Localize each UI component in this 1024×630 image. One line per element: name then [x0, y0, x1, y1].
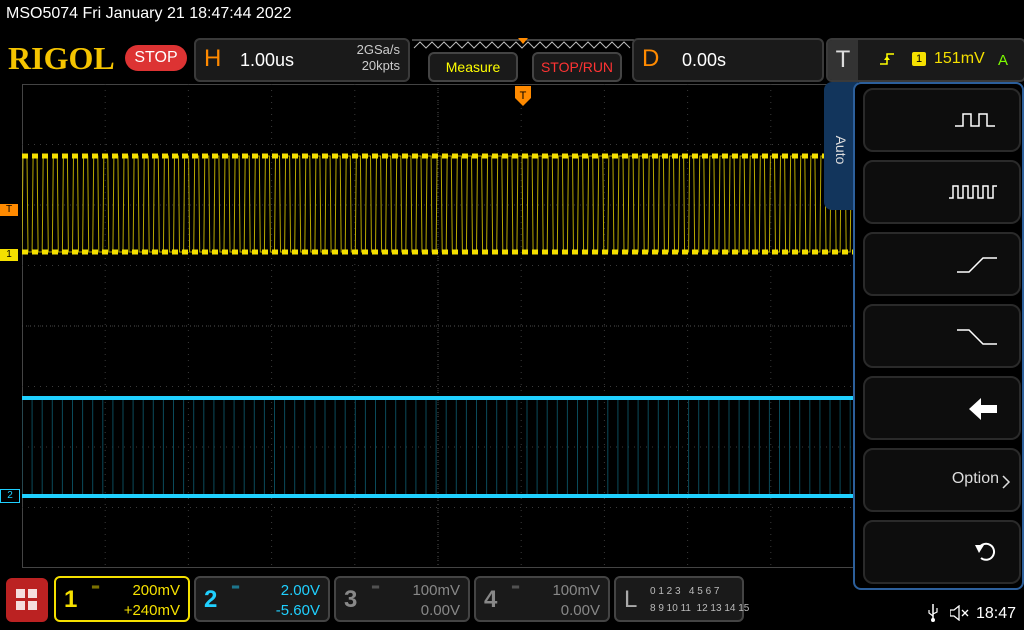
usb-icon [928, 604, 938, 622]
channel-3-offset: 0.00V [420, 602, 460, 619]
channel-2-offset: -5.60V [275, 602, 320, 619]
logic-bits-row2: 8 9 10 11 12 13 14 15 [650, 603, 750, 614]
menu-multi-cycle[interactable] [863, 160, 1021, 224]
trigger-letter: T [828, 40, 858, 80]
return-icon [975, 542, 996, 561]
memory-overview-strip [412, 38, 634, 49]
channel-2-panel[interactable]: 2 ═ 2.00V -5.60V [194, 576, 330, 622]
rigol-logo: RIGOL [8, 40, 115, 76]
channel-4-scale: 100mV [552, 582, 600, 599]
chevron-right-icon [1002, 475, 1011, 489]
speaker-muted-icon[interactable] [950, 605, 970, 621]
channel-1-panel[interactable]: 1 ═ 200mV +240mV [54, 576, 190, 622]
sample-rate: 2GSa/s [356, 42, 400, 57]
channel-3-panel[interactable]: 3 ═ 100mV 0.00V [334, 576, 470, 622]
model-datetime: MSO5074 Fri January 21 18:47:44 2022 [6, 5, 292, 22]
multi-period-icon [949, 185, 997, 199]
timebase-value: 1.00us [240, 50, 295, 70]
trigger-panel[interactable]: T 1 151mV A [826, 38, 1024, 82]
logic-letter: L [624, 586, 638, 613]
trigger-level-marker[interactable]: T [0, 204, 18, 216]
channel-4-number: 4 [484, 586, 498, 613]
channel-1-number: 1 [64, 586, 78, 613]
logic-bits-row1: 0 1 2 3 4 5 6 7 [650, 586, 720, 597]
menu-single-cycle[interactable] [863, 88, 1021, 152]
ch2-transitions [22, 398, 851, 496]
clock-time: 18:47 [976, 605, 1017, 622]
auto-soft-menu: Option [853, 82, 1024, 590]
trigger-mode: A [998, 52, 1009, 69]
dc-coupling-icon: ═ [512, 582, 520, 593]
memory-depth: 20kpts [361, 58, 400, 73]
dc-coupling-icon: ═ [92, 582, 100, 593]
dc-coupling-icon: ═ [372, 582, 380, 593]
menu-undo-auto[interactable] [863, 376, 1021, 440]
trigger-level: 151mV [934, 50, 985, 67]
logic-panel[interactable]: L 0 1 2 3 4 5 6 7 8 9 10 11 12 13 14 15 [614, 576, 749, 622]
channel-2-number: 2 [204, 586, 218, 613]
trigger-source-badge: 1 [912, 52, 926, 66]
delay-letter: D [642, 45, 660, 72]
svg-text:T: T [520, 90, 527, 102]
channel-1-scale: 200mV [132, 582, 180, 599]
channel-3-scale: 100mV [412, 582, 460, 599]
stop-run-button[interactable]: STOP/RUN [532, 52, 622, 82]
grid-menu-icon [16, 589, 37, 610]
channel-4-panel[interactable]: 4 ═ 100mV 0.00V [474, 576, 610, 622]
auto-tab-label: Auto [833, 135, 849, 165]
delay-value: 0.00s [682, 50, 727, 70]
option-label: Option [951, 470, 999, 487]
waveform-display[interactable] [22, 84, 854, 568]
channel-4-offset: 0.00V [560, 602, 600, 619]
menu-fall-time[interactable] [863, 304, 1021, 368]
channel-2-scale: 2.00V [280, 582, 320, 599]
ch1-offset-marker[interactable]: 1 [0, 249, 18, 261]
dc-coupling-icon: ═ [232, 582, 240, 593]
rising-edge-icon [957, 257, 997, 273]
channel-1-offset: +240mV [123, 602, 180, 619]
rising-edge-icon [880, 53, 894, 65]
trigger-position-icon: T [515, 86, 531, 106]
menu-rise-time[interactable] [863, 232, 1021, 296]
horizontal-letter: H [204, 45, 222, 72]
horizontal-panel[interactable]: H 1.00us 2GSa/s 20kpts [194, 38, 410, 82]
arrow-left-icon [969, 398, 997, 420]
menu-back[interactable] [863, 520, 1021, 584]
falling-edge-icon [957, 329, 997, 345]
measure-button[interactable]: Measure [428, 52, 518, 82]
delay-panel[interactable]: D 0.00s [632, 38, 824, 82]
single-period-icon [955, 113, 995, 127]
channel-3-number: 3 [344, 586, 358, 613]
run-state-badge[interactable]: STOP [125, 45, 187, 71]
system-menu-button[interactable] [6, 578, 48, 622]
ch2-offset-marker[interactable]: 2 [0, 489, 20, 503]
menu-option[interactable]: Option [863, 448, 1021, 512]
